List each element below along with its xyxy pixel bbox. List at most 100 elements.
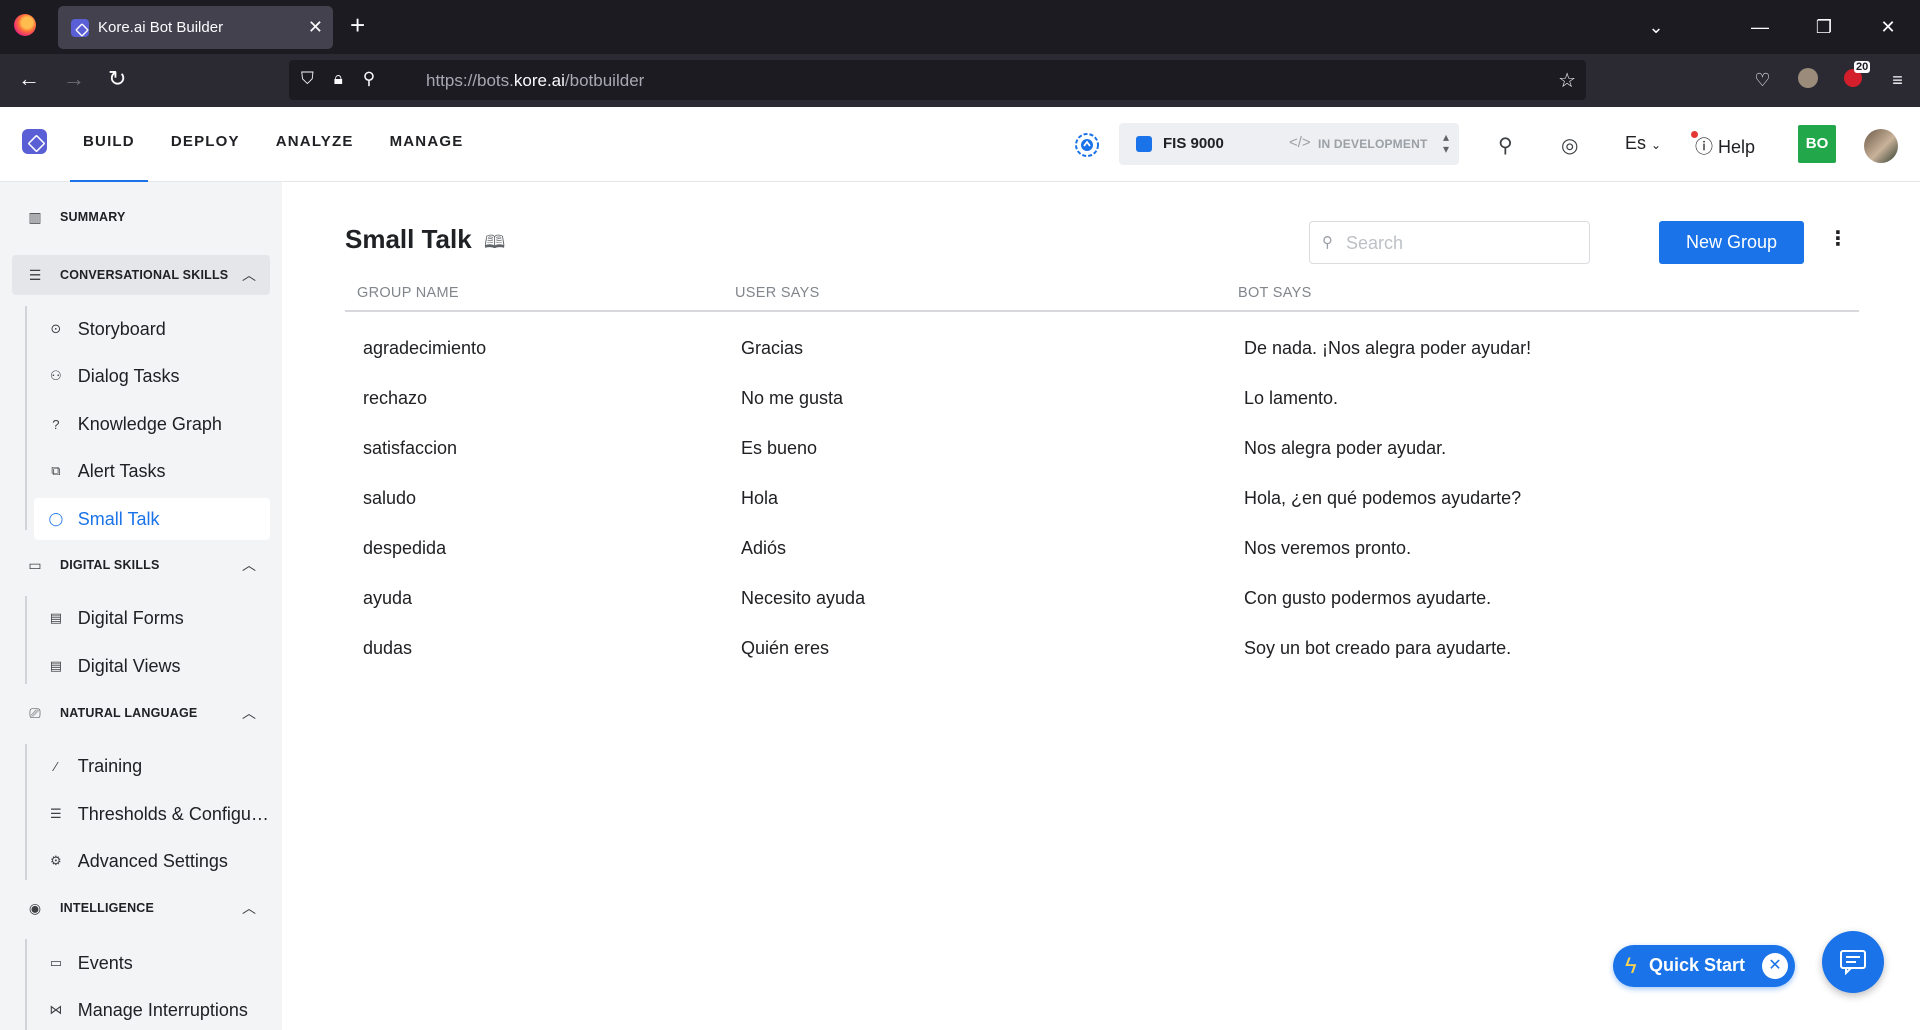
sidebar-section-intelligence[interactable]: ◉ INTELLIGENCE ︿ — [12, 888, 270, 928]
profile-avatar-icon[interactable] — [1785, 68, 1830, 93]
nav-deploy[interactable]: DEPLOY — [158, 107, 253, 182]
sidebar-item-small-talk[interactable]: ◯ Small Talk — [34, 498, 270, 540]
target-icon[interactable]: ◎ — [1561, 133, 1578, 158]
sidebar-item-label: Events — [77, 952, 133, 973]
sidebar-item-label: Thresholds & Configurations — [77, 803, 270, 824]
bot-icon — [1136, 136, 1152, 152]
sidebar-item-label: Dialog Tasks — [77, 365, 180, 386]
sidebar-item-digital-views[interactable]: ▤ Digital Views — [34, 645, 270, 687]
chevron-up-icon: ︿ — [242, 705, 256, 721]
bot-status: IN DEVELOPMENT — [1318, 137, 1428, 151]
pocket-icon[interactable]: ♡ — [1740, 70, 1785, 91]
sidebar-item-summary[interactable]: ▥ SUMMARY — [12, 197, 270, 237]
bot-says-cell: De nada. ¡Nos alegra poder ayudar! — [1244, 338, 1532, 358]
quick-start-label: Quick Start — [1649, 955, 1746, 975]
magic-wand-icon: ⁄ — [54, 758, 57, 774]
new-group-button[interactable]: New Group — [1659, 221, 1804, 264]
table-header: GROUP NAME USER SAYS BOT SAYS — [345, 274, 1859, 312]
bot-says-cell: Lo lamento. — [1244, 388, 1339, 408]
bot-says-cell: Hola, ¿en qué podemos ayudarte? — [1244, 488, 1522, 508]
kore-logo-icon[interactable] — [22, 129, 47, 154]
quick-start-button[interactable]: ϟ Quick Start ✕ — [1613, 945, 1795, 987]
user-says-cell: Adiós — [741, 538, 787, 558]
menu-icon[interactable]: ≡ — [1875, 70, 1920, 91]
sidebar-section-label: NATURAL LANGUAGE — [60, 706, 198, 720]
search-input[interactable] — [1346, 230, 1576, 256]
subgroup-line — [25, 744, 27, 880]
app-header: BUILD DEPLOY ANALYZE MANAGE FIS 9000 </>… — [0, 107, 1920, 182]
search-box[interactable]: ⚲ — [1309, 221, 1590, 264]
table-row[interactable]: saludo Hola Hola, ¿en qué podemos ayudar… — [345, 474, 1859, 524]
user-initials-badge[interactable]: BO — [1798, 125, 1836, 163]
close-icon[interactable]: ✕ — [1762, 953, 1788, 979]
group-name-cell: satisfaccion — [363, 438, 458, 458]
table-row[interactable]: ayuda Necesito ayuda Con gusto podermos … — [345, 574, 1859, 624]
avatar[interactable] — [1864, 129, 1898, 163]
sidebar-section-digital-skills[interactable]: ▭ DIGITAL SKILLS ︿ — [12, 545, 270, 585]
sidebar-item-digital-forms[interactable]: ▤ Digital Forms — [34, 597, 270, 639]
extension-icon[interactable]: 20 — [1830, 61, 1875, 92]
sidebar: ▥ SUMMARY ☰ CONVERSATIONAL SKILLS ︿ ⊙ St… — [0, 182, 282, 1030]
url-bar[interactable]: ⛉ 🔒︎ ⚲ https://bots.kore.ai/botbuilder ☆ — [289, 60, 1586, 100]
page-title: Small Talk — [345, 224, 472, 254]
sidebar-item-training[interactable]: ⁄ Training — [34, 745, 270, 787]
sidebar-item-label: Manage Interruptions — [77, 999, 248, 1020]
help-button[interactable]: ⓘ Help — [1691, 131, 1755, 159]
firefox-logo-icon — [14, 14, 36, 36]
back-icon[interactable]: ← — [18, 66, 40, 92]
user-says-cell: Gracias — [741, 338, 804, 358]
table-row[interactable]: satisfaccion Es bueno Nos alegra poder a… — [345, 424, 1859, 474]
table-row[interactable]: agradecimiento Gracias De nada. ¡Nos ale… — [345, 324, 1859, 374]
column-header-bot-says: BOT SAYS — [1238, 285, 1312, 301]
nav-manage[interactable]: MANAGE — [377, 107, 477, 182]
sidebar-item-thresholds[interactable]: ☰ Thresholds & Configurations — [34, 793, 270, 835]
bot-says-cell: Nos veremos pronto. — [1244, 538, 1412, 558]
sidebar-section-conversational-skills[interactable]: ☰ CONVERSATIONAL SKILLS ︿ — [12, 255, 270, 295]
url-security-icons: ⛉ 🔒︎ ⚲ — [301, 69, 375, 89]
list-tabs-icon[interactable]: ⌄ — [1624, 17, 1688, 38]
bot-says-cell: Nos alegra poder ayudar. — [1244, 438, 1447, 458]
nav-build[interactable]: BUILD — [70, 107, 148, 182]
table-row[interactable]: despedida Adiós Nos veremos pronto. — [345, 524, 1859, 574]
sidebar-item-advanced-settings[interactable]: ⚙ Advanced Settings — [34, 840, 270, 882]
browser-tab[interactable]: Kore.ai Bot Builder ✕ — [58, 6, 333, 49]
sidebar-item-manage-interruptions[interactable]: ⋈ Manage Interruptions — [34, 989, 270, 1030]
language-selector[interactable]: Es ⌄ — [1625, 133, 1661, 154]
lock-icon[interactable]: 🔒︎ — [334, 69, 343, 89]
sidebar-section-natural-language[interactable]: ⎚ NATURAL LANGUAGE ︿ — [12, 693, 270, 733]
sidebar-item-events[interactable]: ▭ Events — [34, 942, 270, 984]
sidebar-section-label: INTELLIGENCE — [60, 901, 155, 915]
sidebar-item-alert-tasks[interactable]: ⧉ Alert Tasks — [34, 450, 270, 492]
forward-icon[interactable]: → — [63, 66, 85, 92]
tab-close-icon[interactable]: ✕ — [308, 16, 323, 38]
column-header-user-says: USER SAYS — [735, 285, 820, 301]
sidebar-item-knowledge-graph[interactable]: ? Knowledge Graph — [34, 403, 270, 445]
new-tab-icon[interactable]: + — [350, 10, 365, 41]
table-row[interactable]: rechazo No me gusta Lo lamento. — [345, 374, 1859, 424]
sidebar-item-label: SUMMARY — [60, 210, 126, 224]
shield-icon[interactable]: ⛉ — [301, 69, 314, 89]
bot-selector[interactable]: FIS 9000 </> IN DEVELOPMENT ▴ ▾ — [1119, 123, 1459, 165]
bot-says-cell: Con gusto podermos ayudarte. — [1244, 588, 1492, 608]
reload-icon[interactable]: ↻ — [108, 66, 126, 92]
table-row[interactable]: dudas Quién eres Soy un bot creado para … — [345, 624, 1859, 674]
sync-status-icon[interactable] — [1074, 132, 1100, 158]
sidebar-item-label: Small Talk — [77, 508, 160, 529]
nav-analyze[interactable]: ANALYZE — [263, 107, 367, 182]
sidebar-item-dialog-tasks[interactable]: ⚇ Dialog Tasks — [34, 355, 270, 397]
bot-name: FIS 9000 — [1163, 135, 1224, 152]
code-icon: </> — [1289, 134, 1311, 151]
updown-chevron-icon: ▴ ▾ — [1442, 130, 1449, 156]
permissions-icon[interactable]: ⚲ — [363, 69, 375, 89]
sidebar-item-storyboard[interactable]: ⊙ Storyboard — [34, 308, 270, 350]
bot-says-cell: Soy un bot creado para ayudarte. — [1244, 638, 1512, 658]
chat-button[interactable] — [1822, 931, 1884, 993]
window-close-icon[interactable]: ✕ — [1856, 17, 1920, 38]
book-icon[interactable]: 🕮︎ — [484, 230, 505, 260]
more-options-icon[interactable]: ⋮ — [1828, 226, 1848, 251]
bookmark-star-icon[interactable]: ☆ — [1558, 68, 1576, 93]
url-text[interactable]: https://bots.kore.ai/botbuilder — [426, 71, 644, 91]
minimize-icon[interactable]: — — [1728, 17, 1792, 38]
search-icon[interactable]: ⚲ — [1498, 133, 1513, 158]
restore-icon[interactable]: ❐ — [1792, 17, 1856, 38]
